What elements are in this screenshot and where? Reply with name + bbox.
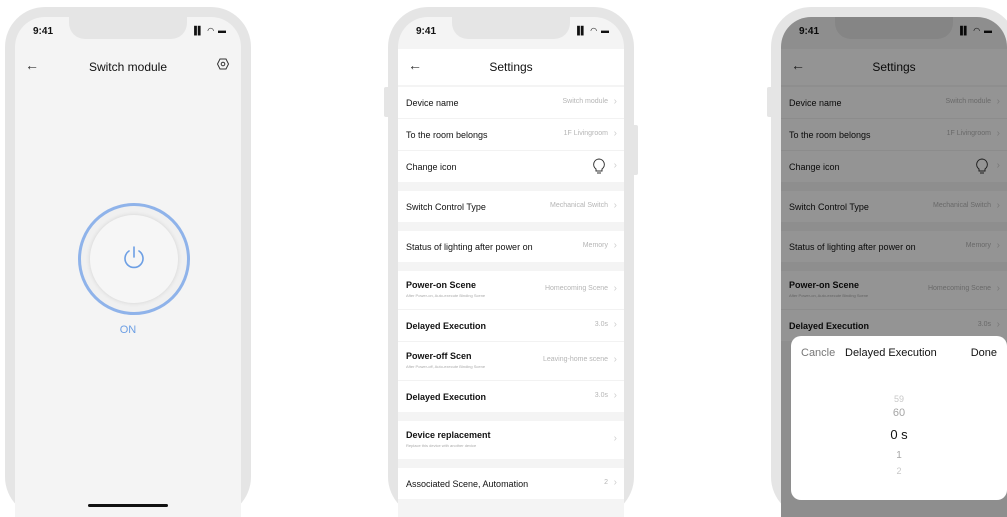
- chevron-right-icon: ›: [613, 390, 617, 401]
- chevron-right-icon: ›: [613, 354, 617, 365]
- row-label: Power-on Scene: [406, 280, 477, 290]
- row-label: Device name: [406, 98, 459, 108]
- picker-option[interactable]: 1: [791, 450, 1007, 461]
- row-associated-scene[interactable]: Associated Scene, Automation 2 ›: [398, 468, 624, 499]
- nav-bar: ← Settings: [398, 49, 624, 85]
- picker-option[interactable]: 2: [791, 466, 1007, 476]
- settings-group: Switch Control Type Mechanical Switch ›: [398, 191, 624, 222]
- chevron-right-icon: ›: [613, 283, 617, 294]
- row-label: Device replacement: [406, 430, 491, 440]
- lightbulb-icon: [592, 158, 606, 179]
- row-power-off-scene[interactable]: Power-off Scen After Power-off, Auto-exe…: [398, 342, 624, 381]
- phone-frame-picker: 9:41 ▐▌ ◠ ▬ ← Settings Device name Switc…: [767, 7, 1007, 517]
- power-state-label: ON: [119, 324, 137, 336]
- row-label: Delayed Execution: [406, 321, 487, 331]
- power-icon: [124, 246, 144, 269]
- settings-screen: 9:41 ▐▌ ◠ ▬ ← Settings Device name Switc…: [398, 17, 624, 517]
- chevron-right-icon: ›: [613, 96, 617, 107]
- settings-group: Power-on Scene After Power-on, Auto-exec…: [398, 271, 624, 412]
- chevron-right-icon: ›: [613, 160, 617, 171]
- done-button[interactable]: Done: [971, 347, 997, 359]
- chevron-right-icon: ›: [613, 319, 617, 330]
- phone-frame-switch: 9:41 ▐▌ ◠ ▬ ← Switch module ON: [5, 7, 251, 517]
- row-sublabel: After Power-on, Auto-execute Binding Sce…: [406, 293, 486, 298]
- delay-picker-sheet: Cancle Delayed Execution Done 59 60 0 s …: [791, 336, 1007, 500]
- row-value: 2: [604, 479, 608, 486]
- power-button[interactable]: [78, 203, 190, 315]
- row-value: Switch module: [562, 98, 608, 105]
- nav-bar: ← Switch module: [15, 49, 241, 85]
- settings-group: Status of lighting after power on Memory…: [398, 231, 624, 262]
- row-value: Leaving-home scene: [543, 356, 608, 363]
- row-label: Delayed Execution: [406, 392, 487, 402]
- chevron-right-icon: ›: [613, 200, 617, 211]
- phone-frame-settings: 9:41 ▐▌ ◠ ▬ ← Settings Device name Switc…: [384, 7, 638, 517]
- row-lighting-status[interactable]: Status of lighting after power on Memory…: [398, 231, 624, 262]
- row-value: Memory: [582, 242, 608, 249]
- settings-picker-screen: 9:41 ▐▌ ◠ ▬ ← Settings Device name Switc…: [781, 17, 1007, 517]
- row-value: Homecoming Scene: [544, 285, 608, 292]
- status-time: 9:41: [416, 26, 437, 37]
- status-bar: 9:41 ▐▌ ◠ ▬: [416, 26, 610, 40]
- row-label: Status of lighting after power on: [406, 242, 533, 252]
- cancel-button[interactable]: Cancle: [801, 347, 835, 359]
- row-label: Switch Control Type: [406, 202, 486, 212]
- row-device-replacement[interactable]: Device replacement Replace this device w…: [398, 421, 624, 459]
- settings-group: Associated Scene, Automation 2 ›: [398, 468, 624, 499]
- row-value: 1F Livingroom: [563, 130, 608, 137]
- page-title: Switch module: [88, 60, 168, 74]
- status-icons: ▐▌ ◠ ▬: [574, 26, 610, 35]
- row-label: To the room belongs: [406, 130, 488, 140]
- picker-title: Delayed Execution: [845, 347, 937, 359]
- page-title: Settings: [489, 60, 533, 74]
- chevron-right-icon: ›: [613, 128, 617, 139]
- row-label: Power-off Scen: [406, 351, 472, 361]
- row-change-icon[interactable]: Change icon ›: [398, 151, 624, 182]
- status-time: 9:41: [33, 26, 54, 37]
- switch-module-screen: 9:41 ▐▌ ◠ ▬ ← Switch module ON: [15, 17, 241, 517]
- settings-group: Device name Switch module › To the room …: [398, 87, 624, 182]
- row-switch-control-type[interactable]: Switch Control Type Mechanical Switch ›: [398, 191, 624, 222]
- picker-option[interactable]: 60: [791, 407, 1007, 419]
- settings-group: Device replacement Replace this device w…: [398, 421, 624, 459]
- row-label: Associated Scene, Automation: [406, 479, 529, 489]
- settings-list: Device name Switch module › To the room …: [398, 87, 624, 508]
- picker-option-selected[interactable]: 0 s: [791, 427, 1007, 442]
- row-delayed-execution[interactable]: Delayed Execution 3.0s ›: [398, 381, 624, 412]
- status-bar: 9:41 ▐▌ ◠ ▬: [33, 26, 227, 40]
- row-value: 3.0s: [594, 392, 608, 399]
- status-icons: ▐▌ ◠ ▬: [191, 26, 227, 35]
- row-delayed-execution[interactable]: Delayed Execution 3.0s ›: [398, 310, 624, 342]
- row-sublabel: After Power-off, Auto-execute Binding Sc…: [406, 364, 486, 369]
- row-value: Mechanical Switch: [550, 202, 608, 209]
- row-power-on-scene[interactable]: Power-on Scene After Power-on, Auto-exec…: [398, 271, 624, 310]
- chevron-right-icon: ›: [613, 477, 617, 488]
- row-device-name[interactable]: Device name Switch module ›: [398, 87, 624, 119]
- row-room[interactable]: To the room belongs 1F Livingroom ›: [398, 119, 624, 151]
- row-value: 3.0s: [594, 321, 608, 328]
- picker-option[interactable]: 59: [791, 394, 1007, 404]
- settings-gear-icon[interactable]: [216, 57, 230, 75]
- row-sublabel: Replace this device with another device: [406, 443, 477, 448]
- chevron-right-icon: ›: [613, 433, 617, 444]
- row-label: Change icon: [406, 162, 457, 172]
- chevron-right-icon: ›: [613, 240, 617, 251]
